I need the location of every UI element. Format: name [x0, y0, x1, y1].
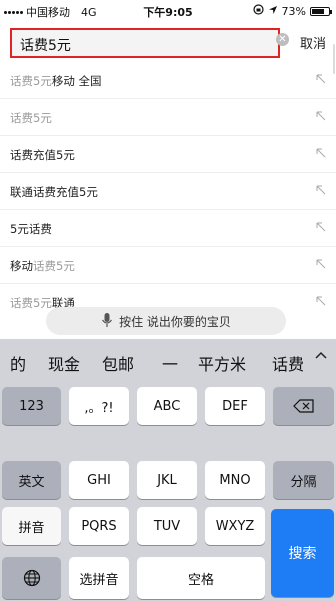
key-mno[interactable]: MNO [205, 461, 265, 499]
suggestion-suffix: 移动 全国 [51, 74, 102, 88]
lock-rotation-icon [252, 4, 264, 18]
suggestion-prefix: 话费5元 [10, 74, 52, 88]
suggestion-item[interactable]: 联通话费充值5元 [0, 173, 336, 210]
cancel-button[interactable]: 取消 [300, 33, 326, 52]
search-button[interactable]: 搜索 [271, 509, 334, 597]
backspace-key[interactable] [273, 387, 334, 425]
battery-icon [310, 6, 332, 16]
suggestion-list: 话费5元移动 全国 话费5元 话费充值5元 联通话费充值5元 5元话费 移动话费… [0, 62, 336, 320]
battery-percent: 73% [281, 4, 306, 18]
scrollbar[interactable] [333, 44, 335, 74]
key-tuv[interactable]: TUV [137, 507, 197, 545]
candidate-item[interactable]: 平方米 [198, 351, 246, 375]
suggestion-item[interactable]: 5元话费 [0, 210, 336, 247]
globe-key[interactable] [2, 557, 61, 599]
candidate-item[interactable]: 的 [10, 351, 26, 375]
fill-arrow-icon[interactable] [316, 222, 326, 232]
voice-input-button[interactable]: 按住 说出你要的宝贝 [46, 307, 286, 335]
suggestion-item[interactable]: 话费5元移动 全国 [0, 62, 336, 99]
search-box[interactable] [10, 28, 280, 58]
keyboard: 的 现金 包邮 一 平方米 话费 123 ,。?! ABC DEF 英文 GHI… [0, 339, 336, 602]
suggestion-item[interactable]: 话费充值5元 [0, 136, 336, 173]
suggestion-text: 联通话费充值5元 [10, 185, 98, 199]
status-bar: 中国移动 4G 下午9:05 73% [0, 0, 336, 22]
candidate-bar: 的 现金 包邮 一 平方米 话费 [0, 339, 336, 381]
key-wxyz[interactable]: WXYZ [205, 507, 265, 545]
suggestion-prefix: 话费5元 [10, 111, 52, 125]
key-abc[interactable]: ABC [137, 387, 197, 425]
fill-arrow-icon[interactable] [316, 296, 326, 306]
suggestion-item[interactable]: 话费5元 [0, 99, 336, 136]
voice-input-label: 按住 说出你要的宝贝 [119, 314, 231, 329]
location-icon [268, 5, 278, 18]
fill-arrow-icon[interactable] [316, 259, 326, 269]
candidate-item[interactable]: 包邮 [102, 351, 134, 375]
key-def[interactable]: DEF [205, 387, 265, 425]
clear-icon[interactable]: ✕ [276, 33, 289, 46]
key-123[interactable]: 123 [2, 387, 61, 425]
key-english[interactable]: 英文 [2, 461, 61, 499]
candidate-item[interactable]: 一 [162, 351, 178, 375]
fill-arrow-icon[interactable] [316, 148, 326, 158]
space-key[interactable]: 空格 [137, 557, 265, 599]
backspace-icon [292, 399, 314, 413]
suggestion-text: 5元话费 [10, 222, 52, 236]
key-punctuation[interactable]: ,。?! [69, 387, 129, 425]
key-pqrs[interactable]: PQRS [69, 507, 129, 545]
key-jkl[interactable]: JKL [137, 461, 197, 499]
suggestion-suffix: 话费5元 [33, 259, 75, 273]
key-ghi[interactable]: GHI [69, 461, 129, 499]
candidate-item[interactable]: 现金 [48, 351, 80, 375]
chevron-up-icon[interactable] [314, 349, 328, 363]
fill-arrow-icon[interactable] [316, 111, 326, 121]
key-pinyin[interactable]: 拼音 [2, 507, 61, 545]
fill-arrow-icon[interactable] [316, 185, 326, 195]
suggestion-item[interactable]: 移动话费5元 [0, 247, 336, 284]
microphone-icon [101, 312, 113, 331]
fill-arrow-icon[interactable] [316, 74, 326, 84]
globe-icon [23, 569, 40, 587]
key-select-pinyin[interactable]: 选拼音 [69, 557, 129, 599]
search-input[interactable] [18, 34, 252, 56]
key-separator[interactable]: 分隔 [273, 461, 334, 499]
suggestion-prefix: 移动 [10, 259, 33, 273]
candidate-item[interactable]: 话费 [272, 351, 304, 375]
suggestion-text: 话费充值5元 [10, 148, 75, 162]
suggestion-prefix: 话费5元 [10, 296, 52, 310]
